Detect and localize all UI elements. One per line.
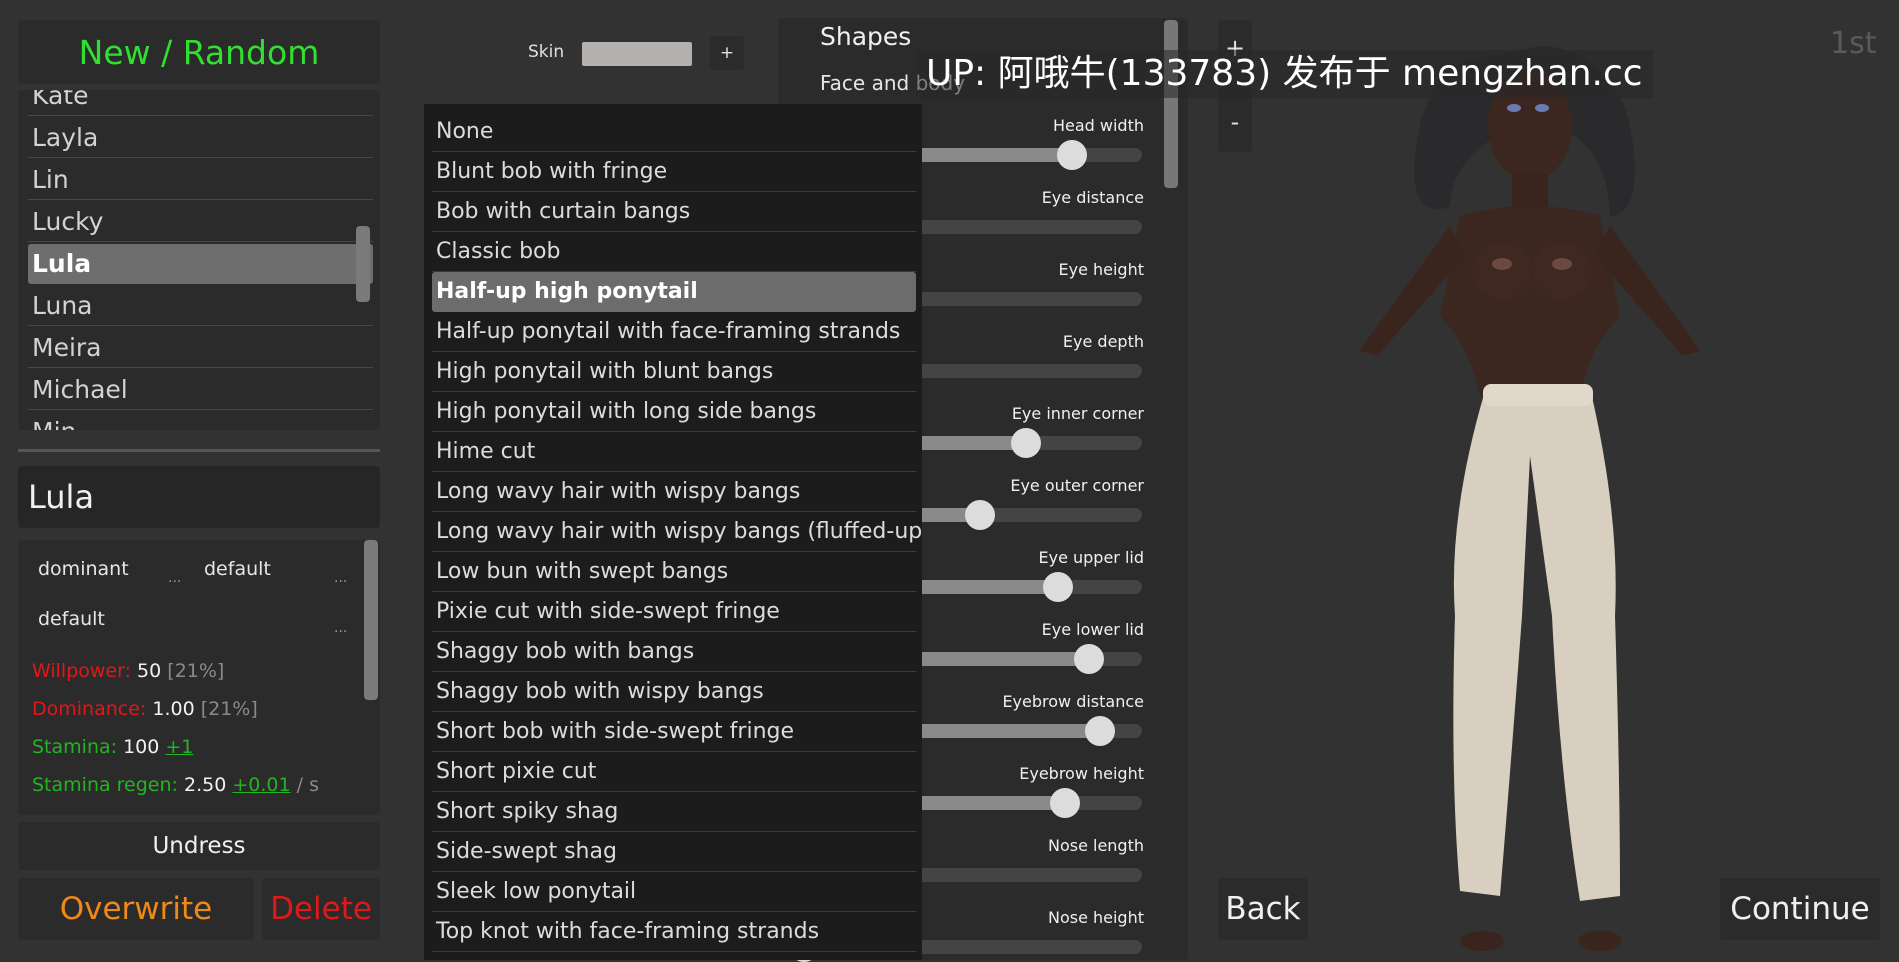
- stamina-regen-stat: Stamina regen: 2.50 +0.01 / s: [32, 774, 319, 796]
- character-name-field[interactable]: Lula: [18, 466, 380, 528]
- character-list-scrollbar[interactable]: [356, 226, 370, 302]
- divider: [18, 449, 380, 452]
- shapes-scrollbar[interactable]: [1164, 20, 1178, 188]
- new-random-button[interactable]: New / Random: [18, 20, 380, 84]
- character-model[interactable]: [1290, 16, 1770, 956]
- preset-chip[interactable]: default: [204, 558, 271, 580]
- hair-style-option[interactable]: Short spiky shag: [432, 792, 916, 832]
- personality-chip[interactable]: dominant: [38, 558, 129, 580]
- hair-style-option[interactable]: Bob with curtain bangs: [432, 192, 916, 232]
- skin-add-button[interactable]: +: [710, 36, 744, 70]
- hair-style-option[interactable]: Shaggy bob with wispy bangs: [432, 672, 916, 712]
- character-list-item[interactable]: Meira: [28, 328, 373, 368]
- hair-style-option[interactable]: Long wavy hair with wispy bangs (fluffed…: [432, 512, 922, 552]
- character-list[interactable]: KateLaylaLinLuckyLulaLunaMeiraMichael Min: [18, 90, 380, 430]
- willpower-stat: Willpower: 50 [21%]: [32, 660, 225, 682]
- hair-style-option[interactable]: None: [432, 112, 916, 152]
- slider-knob[interactable]: [1049, 788, 1080, 818]
- attributes-scrollbar[interactable]: [364, 540, 378, 700]
- character-list-item[interactable]: Michael: [28, 370, 373, 410]
- slider-knob[interactable]: [965, 500, 996, 530]
- delete-button[interactable]: Delete: [262, 878, 380, 940]
- hair-style-option[interactable]: Side-swept shag: [432, 832, 916, 872]
- more-icon[interactable]: ...: [334, 570, 347, 586]
- hair-style-option[interactable]: Pixie cut with side-swept fringe: [432, 592, 916, 632]
- slider-knob[interactable]: [1056, 140, 1087, 170]
- slider-knob[interactable]: [1074, 644, 1105, 674]
- skin-color-swatch[interactable]: [582, 42, 692, 66]
- slider-knob[interactable]: [1010, 428, 1041, 458]
- character-list-item[interactable]: Layla: [28, 118, 373, 158]
- stamina-stat: Stamina: 100 +1: [32, 736, 194, 758]
- character-list-item[interactable]: Lucky: [28, 202, 373, 242]
- character-list-item[interactable]: Min: [28, 412, 373, 430]
- hair-style-option[interactable]: Classic bob: [432, 232, 916, 272]
- slider-knob[interactable]: [1084, 716, 1115, 746]
- hair-style-option[interactable]: Short bob with side-swept fringe: [432, 712, 916, 752]
- attributes-panel: dominant ... default ... default ... Wil…: [18, 540, 380, 815]
- hair-style-option[interactable]: Shaggy bob with bangs: [432, 632, 916, 672]
- hair-style-option[interactable]: High ponytail with long side bangs: [432, 392, 916, 432]
- zoom-out-button[interactable]: -: [1218, 108, 1252, 136]
- dominance-stat: Dominance: 1.00 [21%]: [32, 698, 258, 720]
- character-list-item[interactable]: Lin: [28, 160, 373, 200]
- shapes-title: Shapes: [820, 22, 912, 51]
- continue-button[interactable]: Continue: [1720, 878, 1880, 940]
- back-button[interactable]: Back: [1218, 878, 1308, 940]
- hair-style-option[interactable]: Short pixie cut: [432, 752, 916, 792]
- hair-style-option[interactable]: Low bun with swept bangs: [432, 552, 916, 592]
- character-list-item[interactable]: Kate: [28, 90, 373, 116]
- hair-style-dropdown[interactable]: None Blunt bob with fringe Bob with curtai…: [424, 104, 922, 960]
- undress-button[interactable]: Undress: [18, 822, 380, 870]
- hair-style-option[interactable]: Sleek low ponytail: [432, 872, 916, 912]
- watermark-banner: UP: 阿哦牛(133783) 发布于 mengzhan.cc: [916, 50, 1653, 98]
- character-list-item[interactable]: Luna: [28, 286, 373, 326]
- hair-style-option[interactable]: Blunt bob with fringe: [432, 152, 916, 192]
- hair-style-option[interactable]: Top knot with face-framing strands: [432, 912, 916, 952]
- more-icon[interactable]: ...: [334, 620, 347, 636]
- slider-knob[interactable]: [1042, 572, 1073, 602]
- preset-chip[interactable]: default: [38, 608, 105, 630]
- skin-label: Skin: [528, 42, 565, 62]
- camera-mode-toggle[interactable]: 1st: [1830, 26, 1876, 61]
- hair-style-option[interactable]: Half-up ponytail with face-framing stran…: [432, 312, 916, 352]
- hair-style-option[interactable]: Long wavy hair with wispy bangs: [432, 472, 916, 512]
- overwrite-button[interactable]: Overwrite: [18, 878, 254, 940]
- hair-style-option[interactable]: Half-up high ponytail: [432, 272, 916, 312]
- more-icon[interactable]: ...: [168, 570, 181, 586]
- hair-style-option[interactable]: High ponytail with blunt bangs: [432, 352, 916, 392]
- character-list-item[interactable]: Lula: [28, 244, 373, 284]
- hair-style-option[interactable]: Hime cut: [432, 432, 916, 472]
